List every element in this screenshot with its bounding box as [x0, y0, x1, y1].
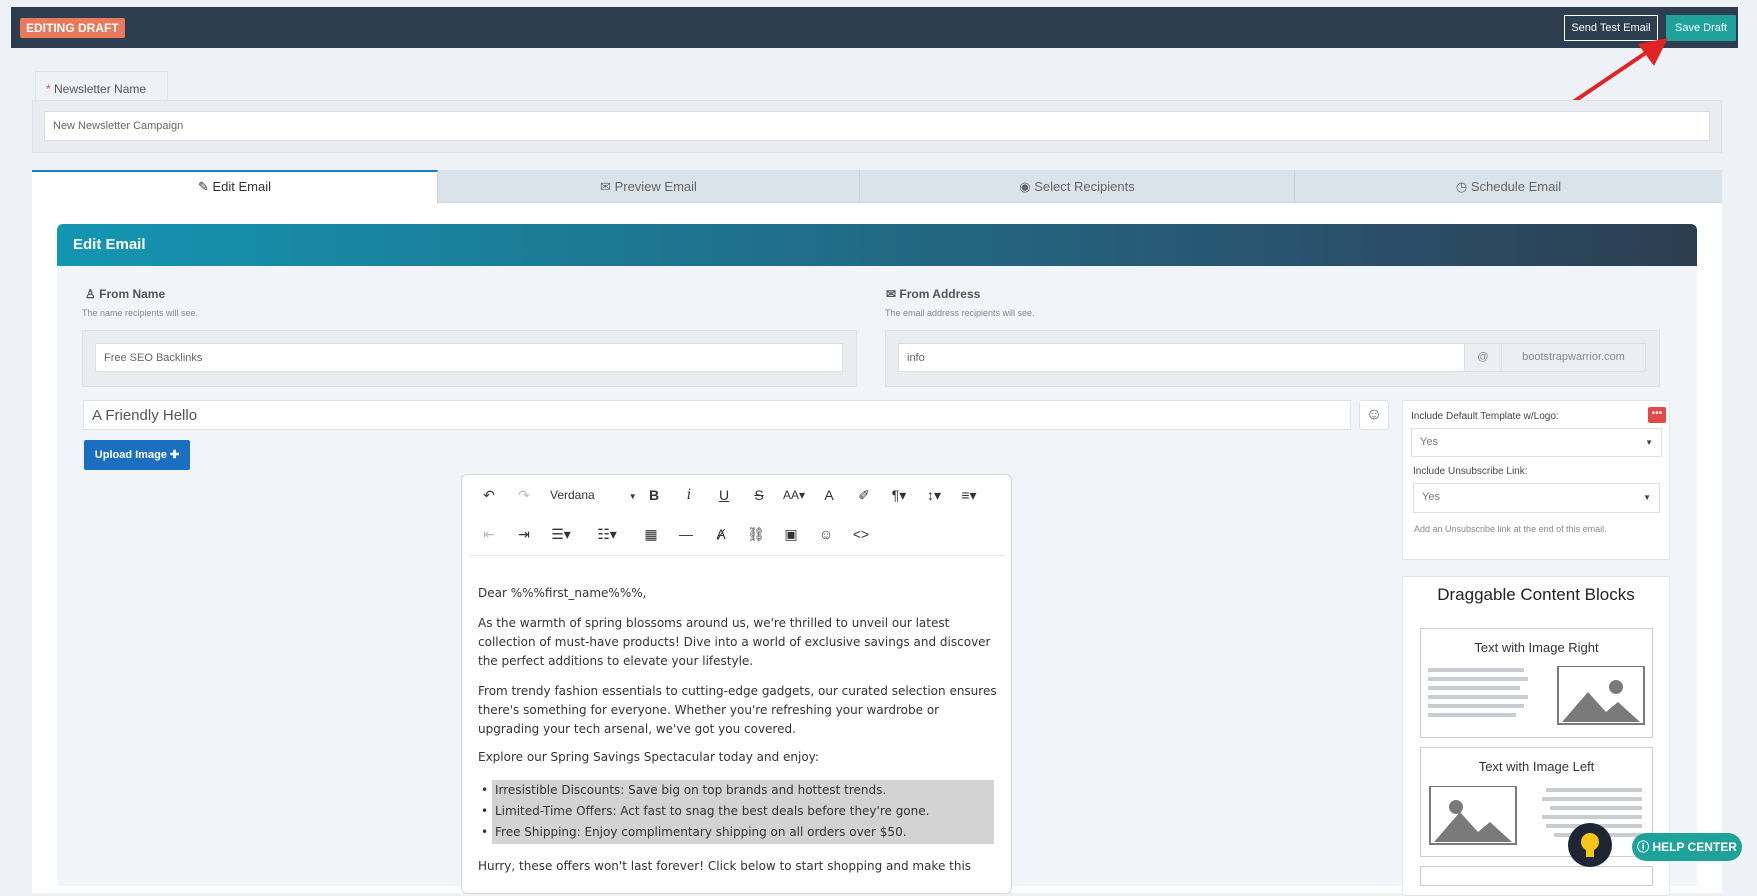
greeting-text[interactable]: Dear %%%first_name%%%, — [478, 584, 998, 603]
tab-label: Preview Email — [614, 179, 697, 194]
image-icon[interactable]: ▣ — [780, 524, 802, 544]
line-height-icon[interactable]: ↕▾ — [923, 485, 945, 505]
block-title: Text with Image Right — [1474, 640, 1599, 655]
italic-icon[interactable]: i — [678, 485, 700, 505]
help-center-label: HELP CENTER — [1652, 840, 1737, 854]
tab-schedule-email[interactable]: ◷ Schedule Email — [1295, 170, 1722, 203]
text-image-left-preview — [1429, 786, 1642, 845]
upload-image-button[interactable]: Upload Image ✚ — [84, 440, 190, 470]
envelope-icon: ✉ — [886, 287, 897, 301]
from-name-hint: The name recipients will see. — [82, 308, 199, 318]
caret-down-icon: ▼ — [628, 492, 637, 501]
smiley-icon: ☺ — [1365, 406, 1383, 423]
template-select[interactable]: Yes ▼ — [1411, 428, 1662, 457]
subject-input[interactable]: A Friendly Hello — [83, 400, 1351, 430]
font-family-select[interactable]: Verdana ▼ — [550, 488, 637, 502]
unsubscribe-select-value: Yes — [1422, 491, 1440, 503]
envelope-open-icon: ✉ — [600, 179, 611, 194]
from-address-label: ✉ From Address — [886, 287, 980, 301]
highlighter-icon[interactable]: ✐ — [853, 485, 875, 505]
template-select-value: Yes — [1420, 436, 1438, 448]
block-card-partial[interactable] — [1420, 866, 1653, 886]
strikethrough-icon[interactable]: S — [748, 485, 770, 505]
text-image-right-preview — [1428, 666, 1645, 725]
from-name-label-text: From Name — [99, 287, 166, 301]
tab-preview-email[interactable]: ✉ Preview Email — [438, 170, 860, 203]
tab-label: Edit Email — [212, 179, 272, 194]
bold-icon[interactable]: B — [643, 485, 665, 505]
upload-image-label: Upload Image — [94, 449, 167, 461]
user-icon: ♙ — [85, 287, 96, 301]
editing-draft-badge: EDITING DRAFT — [20, 18, 125, 38]
emoticon-icon[interactable]: ☺ — [815, 524, 837, 544]
edit-icon: ✎ — [197, 179, 209, 194]
align-icon[interactable]: ≡▾ — [958, 485, 980, 505]
template-settings-panel — [1402, 400, 1670, 560]
unsubscribe-select[interactable]: Yes ▼ — [1413, 483, 1660, 513]
clock-icon: ◷ — [1455, 179, 1468, 194]
required-mark: * — [46, 82, 51, 96]
ellipsis-icon: ••• — [1651, 408, 1663, 419]
unsubscribe-hint: Add an Unsubscribe link at the end of th… — [1414, 524, 1607, 534]
domain-addon: bootstrapwarrior.com — [1501, 343, 1646, 372]
more-options-button[interactable]: ••• — [1648, 407, 1666, 423]
help-center-button[interactable]: ⓘ HELP CENTER — [1632, 833, 1742, 861]
tips-lightbulb-button[interactable] — [1568, 823, 1612, 867]
newsletter-name-tab: * Newsletter Name — [35, 71, 168, 101]
at-addon: @ — [1464, 343, 1502, 372]
list-item[interactable]: Limited-Time Offers: Act fast to snag th… — [481, 804, 929, 818]
from-name-label: ♙ From Name — [85, 287, 165, 301]
list-item[interactable]: Free Shipping: Enjoy complimentary shipp… — [481, 825, 906, 839]
question-icon: ⓘ — [1637, 840, 1650, 854]
from-address-label-text: From Address — [899, 287, 981, 301]
font-size-icon[interactable]: AA▾ — [783, 485, 805, 505]
outdent-icon[interactable]: ⇤ — [478, 524, 500, 544]
unsubscribe-label: Include Unsubscribe Link: — [1413, 466, 1528, 477]
caret-down-icon: ▼ — [1645, 438, 1653, 447]
user-circle-icon: ◉ — [1019, 179, 1031, 194]
code-view-icon[interactable]: <> — [850, 524, 872, 544]
list-item[interactable]: Irresistible Discounts: Save big on top … — [481, 783, 886, 797]
template-label: Include Default Template w/Logo: — [1411, 411, 1559, 422]
caret-down-icon: ▼ — [1643, 493, 1651, 502]
from-address-local-input[interactable]: info — [898, 343, 1465, 372]
section-header: Edit Email — [57, 224, 1697, 266]
indent-icon[interactable]: ⇥ — [513, 524, 535, 544]
newsletter-name-input[interactable]: New Newsletter Campaign — [44, 111, 1710, 141]
ordered-list-icon[interactable]: ☰▾ — [550, 524, 572, 544]
table-icon[interactable]: ▦ — [640, 524, 662, 544]
tab-select-recipients[interactable]: ◉ Select Recipients — [860, 170, 1295, 203]
text-color-icon[interactable]: A — [818, 485, 840, 505]
paragraph-4[interactable]: Hurry, these offers won't last forever! … — [478, 857, 998, 876]
paragraph-3[interactable]: Explore our Spring Savings Spectacular t… — [478, 748, 998, 767]
undo-icon[interactable]: ↶ — [478, 485, 500, 505]
from-name-input[interactable]: Free SEO Backlinks — [95, 343, 843, 372]
top-bar — [11, 7, 1738, 48]
unordered-list-icon[interactable]: ☷▾ — [596, 524, 618, 544]
paragraph-2[interactable]: From trendy fashion essentials to cuttin… — [478, 682, 998, 739]
newsletter-name-label: Newsletter Name — [54, 82, 147, 96]
blocks-title: Draggable Content Blocks — [1437, 585, 1635, 604]
horizontal-rule-icon[interactable]: — — [675, 524, 697, 544]
lightbulb-icon — [1581, 833, 1599, 857]
emoji-picker-button[interactable]: ☺ — [1359, 400, 1389, 430]
font-name: Verdana — [550, 488, 595, 502]
toolbar-divider — [470, 555, 1005, 556]
clear-format-icon[interactable]: Ⱥ — [710, 524, 732, 544]
underline-icon[interactable]: U — [713, 485, 735, 505]
plus-icon: ✚ — [169, 449, 180, 461]
tab-label: Select Recipients — [1034, 179, 1135, 194]
paragraph-1[interactable]: As the warmth of spring blossoms around … — [478, 614, 998, 671]
tab-label: Schedule Email — [1470, 179, 1562, 194]
redo-icon[interactable]: ↷ — [513, 485, 535, 505]
tab-edit-email[interactable]: ✎ Edit Email — [32, 170, 438, 203]
paragraph-icon[interactable]: ¶▾ — [888, 485, 910, 505]
from-address-hint: The email address recipients will see. — [885, 308, 1035, 318]
block-title: Text with Image Left — [1478, 759, 1595, 774]
link-icon[interactable]: ⛓ — [745, 524, 767, 544]
